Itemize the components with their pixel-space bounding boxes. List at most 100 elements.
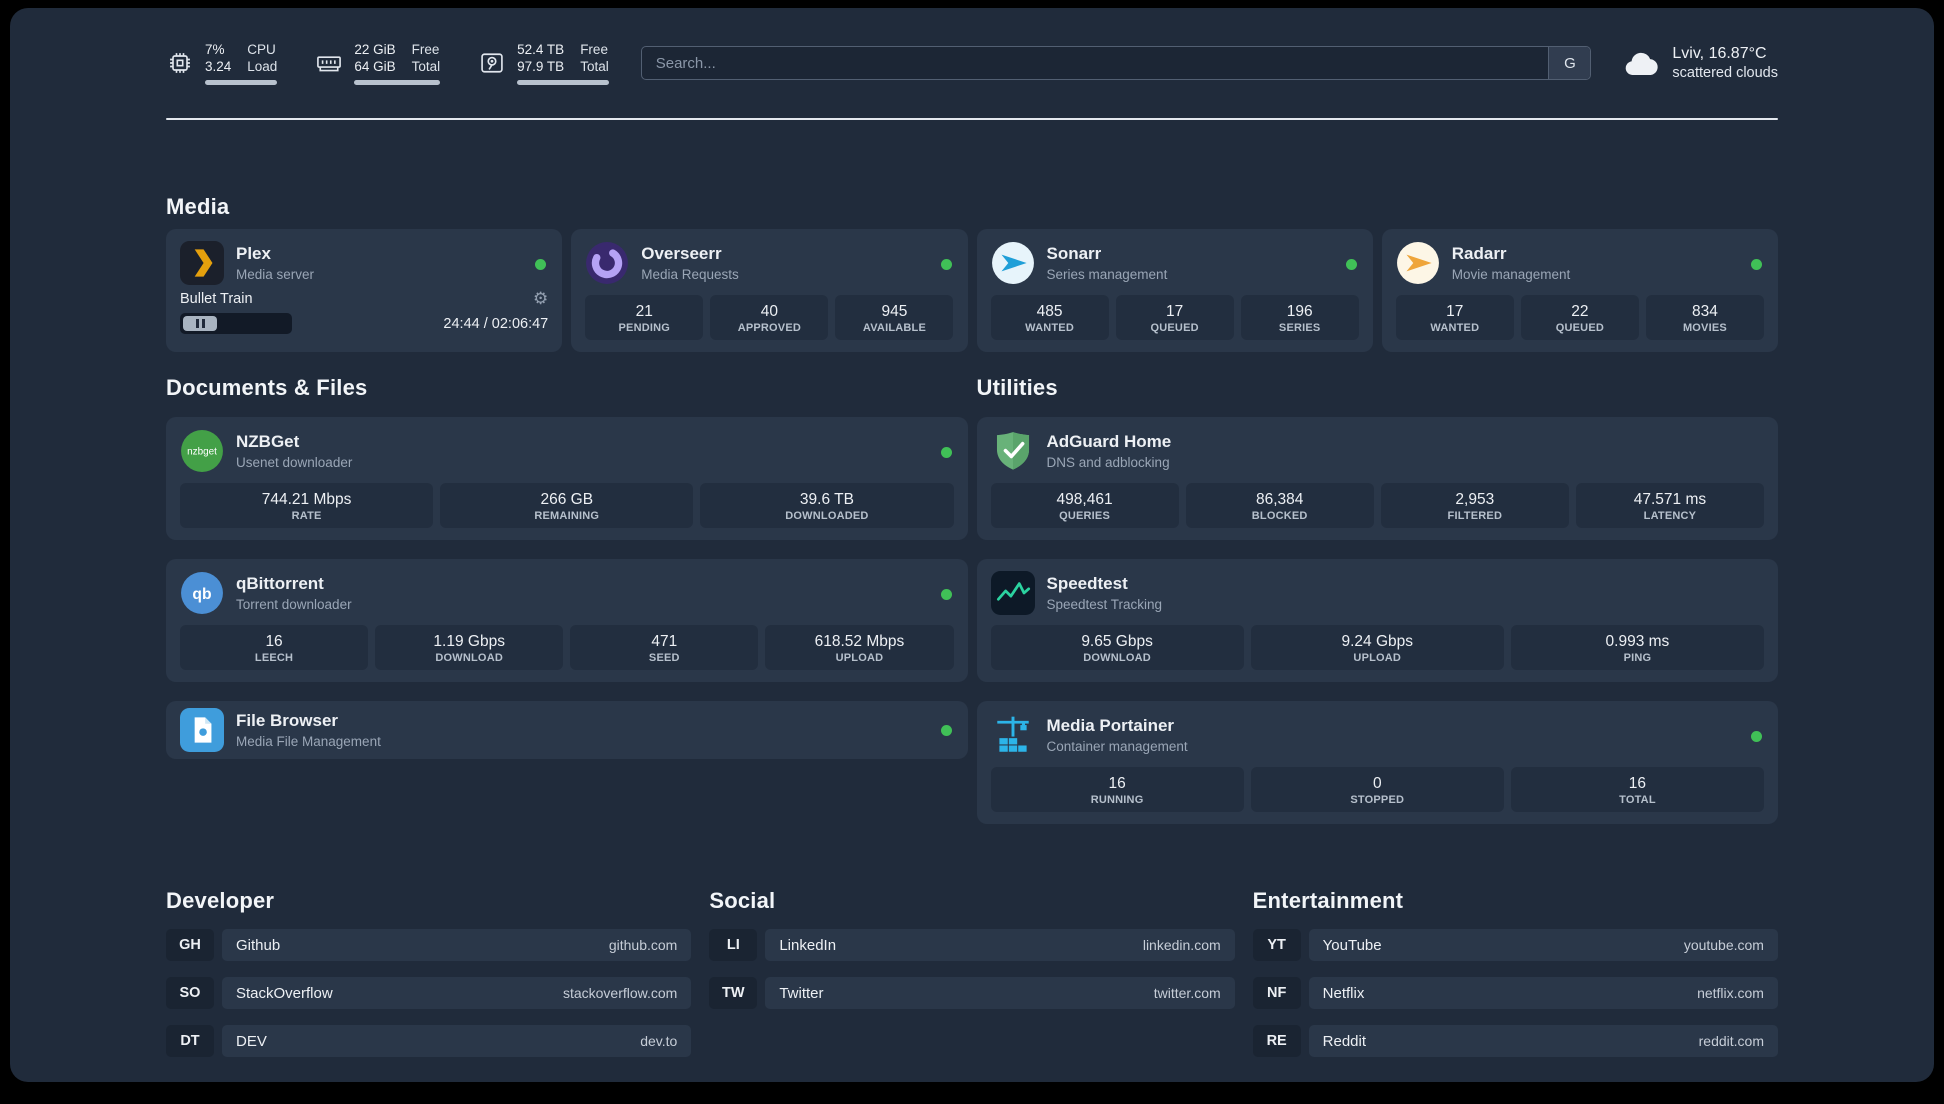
section-title-utilities: Utilities: [976, 375, 1058, 400]
disk-usage-bar: [517, 80, 609, 85]
card-adguard[interactable]: AdGuard Home DNS and adblocking 498,461 …: [976, 417, 1778, 540]
card-header: Sonarr Series management: [991, 241, 1359, 285]
stat-running: 16 RUNNING: [990, 767, 1244, 812]
ram-widget: 22 GiB 64 GiB Free Total: [315, 41, 441, 85]
stat-queued: 22 QUEUED: [1520, 295, 1639, 340]
bookmark-stackoverflow[interactable]: SO StackOverflow stackoverflow.com: [166, 977, 692, 1009]
bookmark-youtube[interactable]: YT YouTube youtube.com: [1252, 929, 1778, 961]
qbittorrent-icon: qb: [180, 571, 224, 615]
cpu-load-label: Load: [247, 59, 278, 74]
bookmark-abbr: NF: [1252, 977, 1301, 1009]
app-name: Sonarr: [1046, 244, 1102, 263]
app-subtitle: Media server: [236, 267, 315, 282]
card-qbittorrent[interactable]: qb qBittorrent Torrent downloader 16 LEE…: [166, 559, 968, 682]
stats-row: 498,461 QUERIES 86,384 BLOCKED 2,953 FIL…: [990, 483, 1764, 528]
stat-approved: 40 APPROVED: [710, 295, 829, 340]
cpu-body: 7% 3.24 CPU Load: [205, 41, 278, 85]
stat-wanted: 17 WANTED: [1395, 295, 1514, 340]
gear-icon[interactable]: ⚙: [533, 290, 548, 307]
ram-total: 64 GiB: [354, 59, 396, 74]
stat-seed: 471 SEED: [570, 625, 759, 670]
stat-ping: 0.993 ms PING: [1510, 625, 1765, 670]
stat-downloaded: 39.6 TB DOWNLOADED: [700, 483, 954, 528]
card-header: Media Portainer Container management: [991, 713, 1765, 757]
card-header: Speedtest Speedtest Tracking: [990, 571, 1765, 615]
section-title-media: Media: [166, 194, 230, 219]
search-input[interactable]: [641, 47, 1549, 79]
pause-button[interactable]: [183, 316, 217, 331]
bookmark-netflix[interactable]: NF Netflix netflix.com: [1252, 977, 1778, 1009]
status-dot: [1345, 259, 1357, 270]
adguard-icon: [991, 429, 1035, 473]
search-bar: G: [640, 46, 1592, 80]
ram-free: 22 GiB: [354, 42, 396, 57]
stat-pending: 21 PENDING: [585, 295, 704, 340]
bookmark-github[interactable]: GH Github github.com: [166, 929, 692, 961]
card-plex[interactable]: Plex Media server Bullet Train ⚙ 24:44 /…: [166, 229, 563, 352]
status-dot: [940, 589, 952, 600]
bookmarks-area: Developer GH Github github.com SO StackO…: [166, 888, 1778, 1057]
app-name: NZBGet: [236, 432, 300, 451]
bookmark-abbr: RE: [1252, 1025, 1301, 1057]
ram-total-label: Total: [411, 59, 441, 74]
bookmark-linkedin[interactable]: LI LinkedIn linkedin.com: [709, 929, 1235, 961]
filebrowser-icon: [180, 708, 224, 752]
card-filebrowser[interactable]: File Browser Media File Management: [166, 701, 968, 759]
card-nzbget[interactable]: nzbget NZBGet Usenet downloader 744.21 M…: [166, 417, 968, 540]
app-subtitle: Container management: [1046, 739, 1188, 754]
app-meta: Media Portainer Container management: [1047, 715, 1188, 755]
stats-row: 17 WANTED 22 QUEUED 834 MOVIES: [1395, 295, 1764, 340]
stat-total: 16 TOTAL: [1510, 767, 1765, 812]
app-meta: File Browser Media File Management: [236, 710, 381, 750]
search-engine-button[interactable]: G: [1548, 47, 1591, 79]
bookmark-twitter[interactable]: TW Twitter twitter.com: [709, 977, 1235, 1009]
weather-text: Lviv, 16.87°C scattered clouds: [1672, 44, 1778, 82]
app-subtitle: DNS and adblocking: [1046, 455, 1170, 470]
now-playing-title: Bullet Train: [180, 290, 253, 307]
stat-movies: 834 MOVIES: [1645, 295, 1764, 340]
utilities-cards: AdGuard Home DNS and adblocking 498,461 …: [976, 417, 1778, 824]
stats-row: 16 RUNNING 0 STOPPED 16 TOTAL: [990, 767, 1765, 812]
playback-progress-bar[interactable]: [180, 313, 292, 334]
bookmark-bar: Github github.com: [222, 929, 692, 961]
app-meta: qBittorrent Torrent downloader: [236, 573, 352, 613]
bookmark-reddit[interactable]: RE Reddit reddit.com: [1252, 1025, 1778, 1057]
card-portainer[interactable]: Media Portainer Container management 16 …: [976, 701, 1778, 824]
nzbget-icon: nzbget: [180, 429, 224, 473]
app-subtitle: Speedtest Tracking: [1046, 597, 1163, 612]
app-meta: Sonarr Series management: [1047, 243, 1168, 283]
card-header: Radarr Movie management: [1396, 241, 1764, 285]
bookmark-dev[interactable]: DT DEV dev.to: [166, 1025, 692, 1057]
cpu-usage-bar: [205, 80, 278, 85]
stat-latency: 47.571 ms LATENCY: [1575, 483, 1764, 528]
section-title-documents: Documents & Files: [166, 375, 368, 400]
bookmark-bar: YouTube youtube.com: [1308, 929, 1778, 961]
bookmark-group-social: Social LI LinkedIn linkedin.com TW Twitt…: [709, 888, 1235, 1009]
svg-text:qb: qb: [192, 586, 211, 603]
stat-upload: 9.24 Gbps UPLOAD: [1250, 625, 1504, 670]
bookmark-rows: GH Github github.com SO StackOverflow st…: [166, 929, 692, 1057]
card-header: Overseerr Media Requests: [585, 241, 953, 285]
card-overseerr[interactable]: Overseerr Media Requests 21 PENDING 40 A…: [571, 229, 968, 352]
disk-total: 97.9 TB: [517, 59, 565, 74]
documents-column: Documents & Files nzbget NZBGet Usenet d…: [166, 375, 968, 759]
card-radarr[interactable]: Radarr Movie management 17 WANTED 22 QUE…: [1381, 229, 1778, 352]
cloud-icon: [1626, 52, 1659, 76]
stats-row: 16 LEECH 1.19 Gbps DOWNLOAD 471 SEED 618…: [180, 625, 954, 670]
card-sonarr[interactable]: Sonarr Series management 485 WANTED 17 Q…: [976, 229, 1373, 352]
bookmark-abbr: DT: [166, 1025, 214, 1057]
dashboard: 7% 3.24 CPU Load 22 GiB 64 GiB Free Tota…: [10, 8, 1934, 1082]
stat-upload: 618.52 Mbps UPLOAD: [765, 625, 954, 670]
app-meta: Radarr Movie management: [1452, 243, 1571, 283]
disk-icon: [481, 53, 503, 73]
stat-download: 9.65 Gbps DOWNLOAD: [990, 625, 1244, 670]
status-dot: [940, 447, 952, 458]
app-meta: Speedtest Speedtest Tracking: [1047, 573, 1163, 613]
stat-blocked: 86,384 BLOCKED: [1185, 483, 1374, 528]
documents-cards: nzbget NZBGet Usenet downloader 744.21 M…: [166, 417, 968, 759]
bookmark-bar: Reddit reddit.com: [1308, 1025, 1778, 1057]
card-speedtest[interactable]: Speedtest Speedtest Tracking 9.65 Gbps D…: [976, 559, 1778, 682]
disk-body: 52.4 TB 97.9 TB Free Total: [517, 41, 609, 85]
dashboard-content: 7% 3.24 CPU Load 22 GiB 64 GiB Free Tota…: [166, 8, 1778, 1057]
app-subtitle: Movie management: [1451, 267, 1571, 282]
